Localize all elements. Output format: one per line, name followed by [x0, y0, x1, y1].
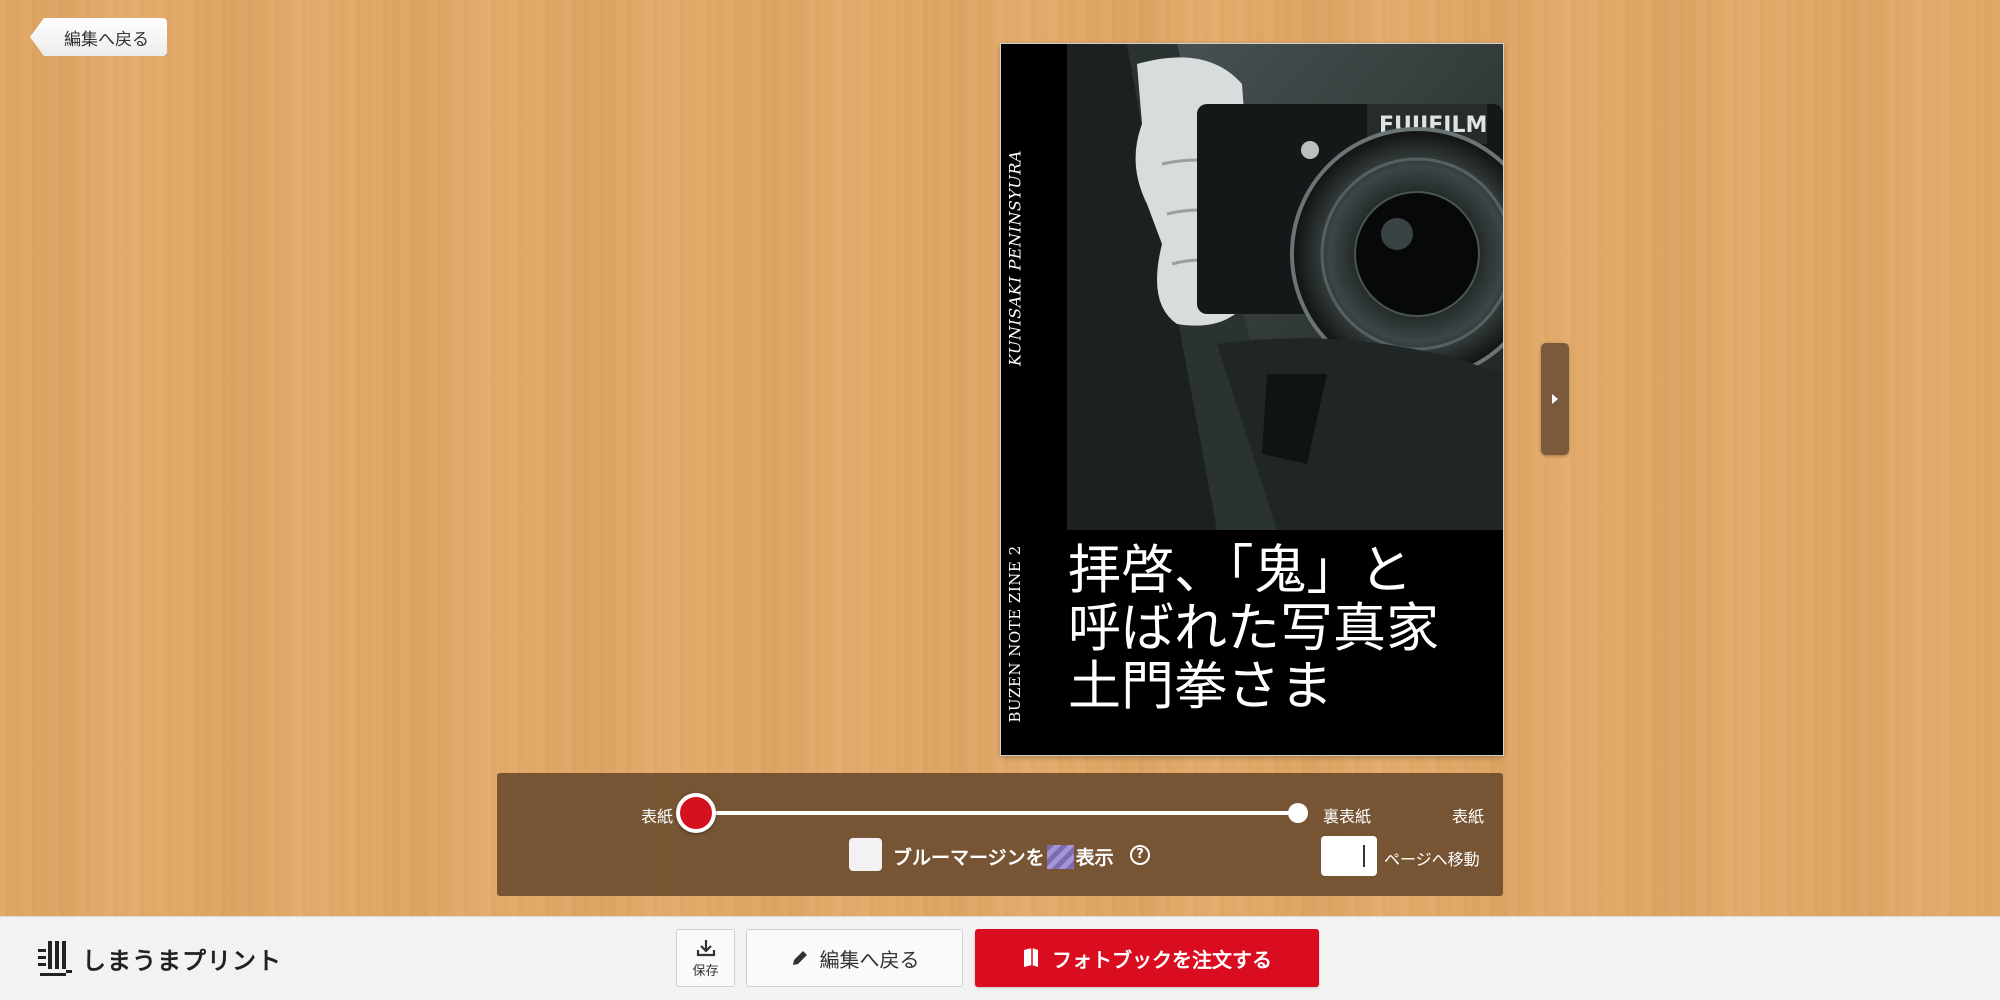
brand-logo[interactable]: しまうまプリント — [36, 936, 282, 980]
current-page-label: 表紙 — [1452, 807, 1485, 826]
spine-top-text: KUNISAKI PENINSYURA — [1005, 150, 1025, 366]
cover-photo-image: FUJIFILM — [1067, 44, 1503, 530]
page-control-panel — [497, 773, 1503, 896]
order-photobook-label: フォトブックを注文する — [1052, 947, 1272, 972]
next-page-handle[interactable] — [1541, 343, 1569, 455]
spine-bottom-text: BUZEN NOTE ZINE 2 — [1006, 545, 1024, 723]
cover-title-line: 呼ばれた写真家 — [1068, 598, 1439, 659]
cover-title-line: 土門拳さま — [1068, 656, 1333, 717]
page-slider-handle[interactable] — [676, 793, 716, 833]
save-button-label: 保存 — [692, 963, 719, 979]
brand-mark-icon — [38, 941, 72, 976]
back-to-edit-button[interactable]: 編集へ戻る — [746, 929, 963, 987]
book-icon — [1024, 948, 1038, 967]
pencil-icon — [792, 951, 807, 965]
bleed-margin-label-prefix: ブルーマージンを — [893, 847, 1045, 869]
bleed-margin-swatch-icon — [1046, 844, 1074, 869]
cover-photo: FUJIFILM — [1067, 44, 1503, 530]
text-caret — [1363, 845, 1365, 867]
back-to-edit-label: 編集へ戻る — [64, 29, 149, 50]
order-photobook-button[interactable]: フォトブックを注文する — [975, 929, 1319, 987]
page-jump-label: ページへ移動 — [1384, 850, 1480, 869]
brand-name: しまうまプリント — [82, 946, 282, 975]
page-slider-track[interactable] — [696, 811, 1298, 815]
back-to-edit-tab[interactable]: 編集へ戻る — [30, 18, 167, 56]
chevron-right-icon — [1552, 394, 1558, 404]
cover-title: 拝啓、「鬼」と 呼ばれた写真家 土門拳さま — [1068, 542, 1498, 716]
help-icon[interactable]: ? — [1130, 845, 1150, 865]
slider-start-label: 表紙 — [641, 807, 674, 826]
page-slider-end-dot[interactable] — [1288, 803, 1308, 823]
bleed-margin-checkbox[interactable] — [849, 838, 882, 871]
back-to-edit-button-label: 編集へ戻る — [819, 947, 920, 972]
slider-end-label: 裏表紙 — [1323, 807, 1372, 826]
page-number-input[interactable] — [1321, 836, 1377, 876]
download-icon — [696, 939, 715, 956]
bleed-margin-label: ブルーマージンを 表示 — [893, 843, 1114, 870]
bleed-margin-label-suffix: 表示 — [1075, 847, 1114, 869]
save-button[interactable]: 保存 — [676, 929, 735, 987]
cover-title-line: 拝啓、「鬼」と — [1068, 540, 1413, 601]
